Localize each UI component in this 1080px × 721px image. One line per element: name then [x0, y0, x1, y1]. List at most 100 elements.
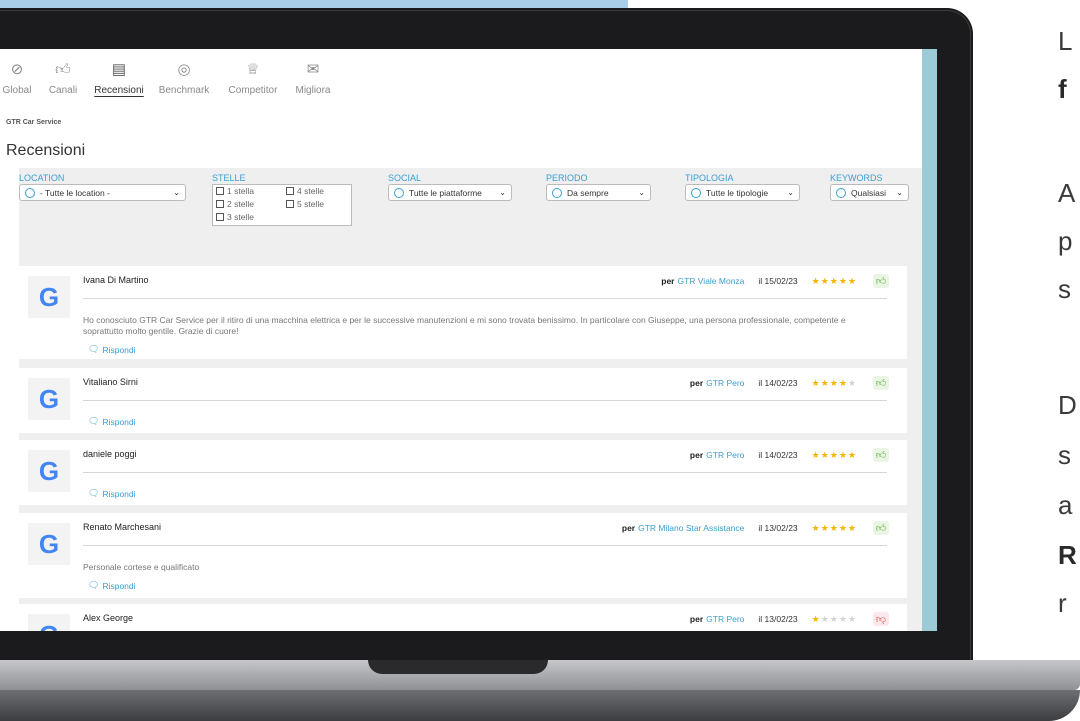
checkbox-box[interactable] — [216, 200, 224, 208]
google-logo-icon: G — [28, 450, 70, 492]
reviewer-name: Alex George — [83, 613, 134, 623]
review-date: il 13/02/23 — [758, 614, 798, 624]
keywords-select[interactable]: Qualsiasi ⌄ — [830, 184, 909, 201]
stelle-checkbox-group: 1 stella 2 stelle 3 stelle 4 stelle 5 st… — [212, 184, 352, 226]
per-label: per — [689, 378, 704, 388]
review-card: G Vitaliano Sirni per GTR Pero il 14/02/… — [19, 368, 907, 433]
review-meta: per GTR Viale Monza il 15/02/23 ★★★★★ 👍︎ — [661, 274, 889, 288]
star-rating: ★★★★★ — [811, 377, 857, 388]
thumb-up-icon[interactable]: 👍︎ — [873, 274, 889, 288]
screen-edge — [922, 49, 937, 631]
side-text: p — [1058, 226, 1073, 256]
thumb-up-icon[interactable]: 👍︎ — [873, 376, 889, 390]
select-value: Tutte le tipologie — [706, 187, 769, 198]
reply-icon: 🗨︎ — [88, 416, 100, 426]
location-pin-icon — [25, 187, 35, 198]
laptop-notch — [368, 660, 548, 674]
star-rating: ★★★★★ — [811, 275, 857, 286]
reply-icon: 🗨︎ — [88, 580, 100, 590]
filter-label: KEYWORDS — [830, 173, 883, 183]
checkbox-3-stelle[interactable]: 3 stelle — [216, 212, 254, 222]
star-rating: ★★★★★ — [811, 613, 857, 624]
location-pin-icon — [691, 187, 701, 198]
select-value: Da sempre — [567, 187, 609, 198]
app-screen: ⊘ Global 👍︎ Canali ▤ Recensioni ◎ Benchm… — [0, 49, 937, 631]
checkbox-box[interactable] — [216, 187, 224, 195]
laptop-base-bottom — [0, 690, 1080, 721]
select-value: - Tutte le location - — [40, 187, 110, 198]
chevron-down-icon: ⌄ — [787, 188, 794, 197]
divider — [83, 298, 887, 299]
side-text: D — [1058, 390, 1077, 420]
per-label: per — [661, 276, 675, 286]
review-text: Personale cortese e qualificato — [83, 562, 200, 572]
checkbox-1-stella[interactable]: 1 stella — [216, 186, 254, 196]
filter-tipologia: TIPOLOGIA Tutte le tipologie ⌄ — [685, 173, 800, 201]
filter-location: LOCATION - Tutte le location - ⌄ — [19, 173, 186, 201]
per-label: per — [689, 614, 704, 624]
star-rating: ★★★★★ — [811, 449, 857, 460]
company-name: GTR Car Service — [6, 119, 62, 126]
review-location-link[interactable]: GTR Pero — [706, 378, 744, 388]
divider — [83, 400, 887, 401]
nav-migliora[interactable]: ✉ Migliora — [286, 59, 340, 109]
thumb-up-icon[interactable]: 👍︎ — [873, 448, 889, 462]
per-label: per — [621, 523, 636, 533]
checkbox-box[interactable] — [216, 213, 224, 221]
review-meta: per GTR Pero il 13/02/23 ★★★★★ 👎︎ — [690, 612, 889, 626]
reply-icon: 🗨︎ — [88, 344, 100, 354]
checkbox-label: 4 stelle — [297, 186, 324, 196]
filter-social: SOCIAL Tutte le piattaforme ⌄ — [388, 173, 512, 201]
nav-recensioni[interactable]: ▤ Recensioni — [92, 59, 146, 109]
reply-button[interactable]: 🗨︎ Rispondi — [88, 580, 136, 591]
reply-button[interactable]: 🗨︎ Rispondi — [88, 488, 136, 499]
review-date: il 14/02/23 — [758, 378, 798, 388]
reply-label: Rispondi — [102, 488, 136, 499]
reviewer-name: Vitaliano Sirni — [83, 377, 138, 387]
chat-icon: ✉ — [306, 61, 320, 78]
review-card: G daniele poggi per GTR Pero il 14/02/23… — [19, 440, 907, 505]
checkbox-box[interactable] — [286, 187, 294, 195]
review-location-link[interactable]: GTR Pero — [706, 614, 744, 624]
checkbox-box[interactable] — [286, 200, 294, 208]
chevron-down-icon: ⌄ — [499, 188, 506, 197]
compass-icon: ⊘ — [10, 61, 24, 78]
thumb-up-icon[interactable]: 👍︎ — [873, 521, 889, 535]
periodo-select[interactable]: Da sempre ⌄ — [546, 184, 651, 201]
review-meta: per GTR Milano Star Assistance il 13/02/… — [622, 521, 889, 535]
social-select[interactable]: Tutte le piattaforme ⌄ — [388, 184, 512, 201]
thumb-down-icon[interactable]: 👎︎ — [873, 612, 889, 626]
checkbox-4-stelle[interactable]: 4 stelle — [286, 186, 324, 196]
nav-canali[interactable]: 👍︎ Canali — [36, 59, 90, 109]
nav-label: Benchmark — [158, 85, 210, 96]
reply-label: Rispondi — [102, 580, 136, 591]
reviewer-name: Ivana Di Martino — [83, 275, 149, 285]
review-location-link[interactable]: GTR Viale Monza — [677, 276, 744, 286]
gauge-icon: ◎ — [177, 61, 191, 78]
nav-global[interactable]: ⊘ Global — [0, 59, 34, 109]
nav-competitor[interactable]: ♕ Competitor — [222, 59, 284, 109]
reply-button[interactable]: 🗨︎ Rispondi — [88, 416, 136, 427]
nav-label: Global — [2, 85, 32, 96]
nav-benchmark[interactable]: ◎ Benchmark — [148, 59, 220, 109]
review-date: il 14/02/23 — [758, 450, 798, 460]
review-location-link[interactable]: GTR Pero — [706, 450, 744, 460]
nav-label: Competitor — [228, 85, 278, 96]
reviewer-name: Renato Marchesani — [83, 522, 162, 532]
per-label: per — [689, 450, 704, 460]
reply-label: Rispondi — [102, 344, 136, 355]
reply-icon: 🗨︎ — [88, 488, 100, 498]
side-text: s — [1058, 274, 1071, 304]
trophy-icon: ♕ — [246, 61, 260, 78]
reply-button[interactable]: 🗨︎ Rispondi — [88, 344, 136, 355]
review-card: G Renato Marchesani per GTR Milano Star … — [19, 513, 907, 598]
review-card: G Alex George per GTR Pero il 13/02/23 ★… — [19, 604, 907, 631]
review-text: Ho conosciuto GTR Car Service per il rit… — [83, 315, 846, 336]
tipologia-select[interactable]: Tutte le tipologie ⌄ — [685, 184, 800, 201]
checkbox-5-stelle[interactable]: 5 stelle — [286, 199, 324, 209]
location-select[interactable]: - Tutte le location - ⌄ — [19, 184, 186, 201]
review-location-link[interactable]: GTR Milano Star Assistance — [638, 523, 744, 533]
checkbox-2-stelle[interactable]: 2 stelle — [216, 199, 254, 209]
select-value: Qualsiasi — [851, 187, 886, 198]
google-logo-icon: G — [28, 276, 70, 318]
